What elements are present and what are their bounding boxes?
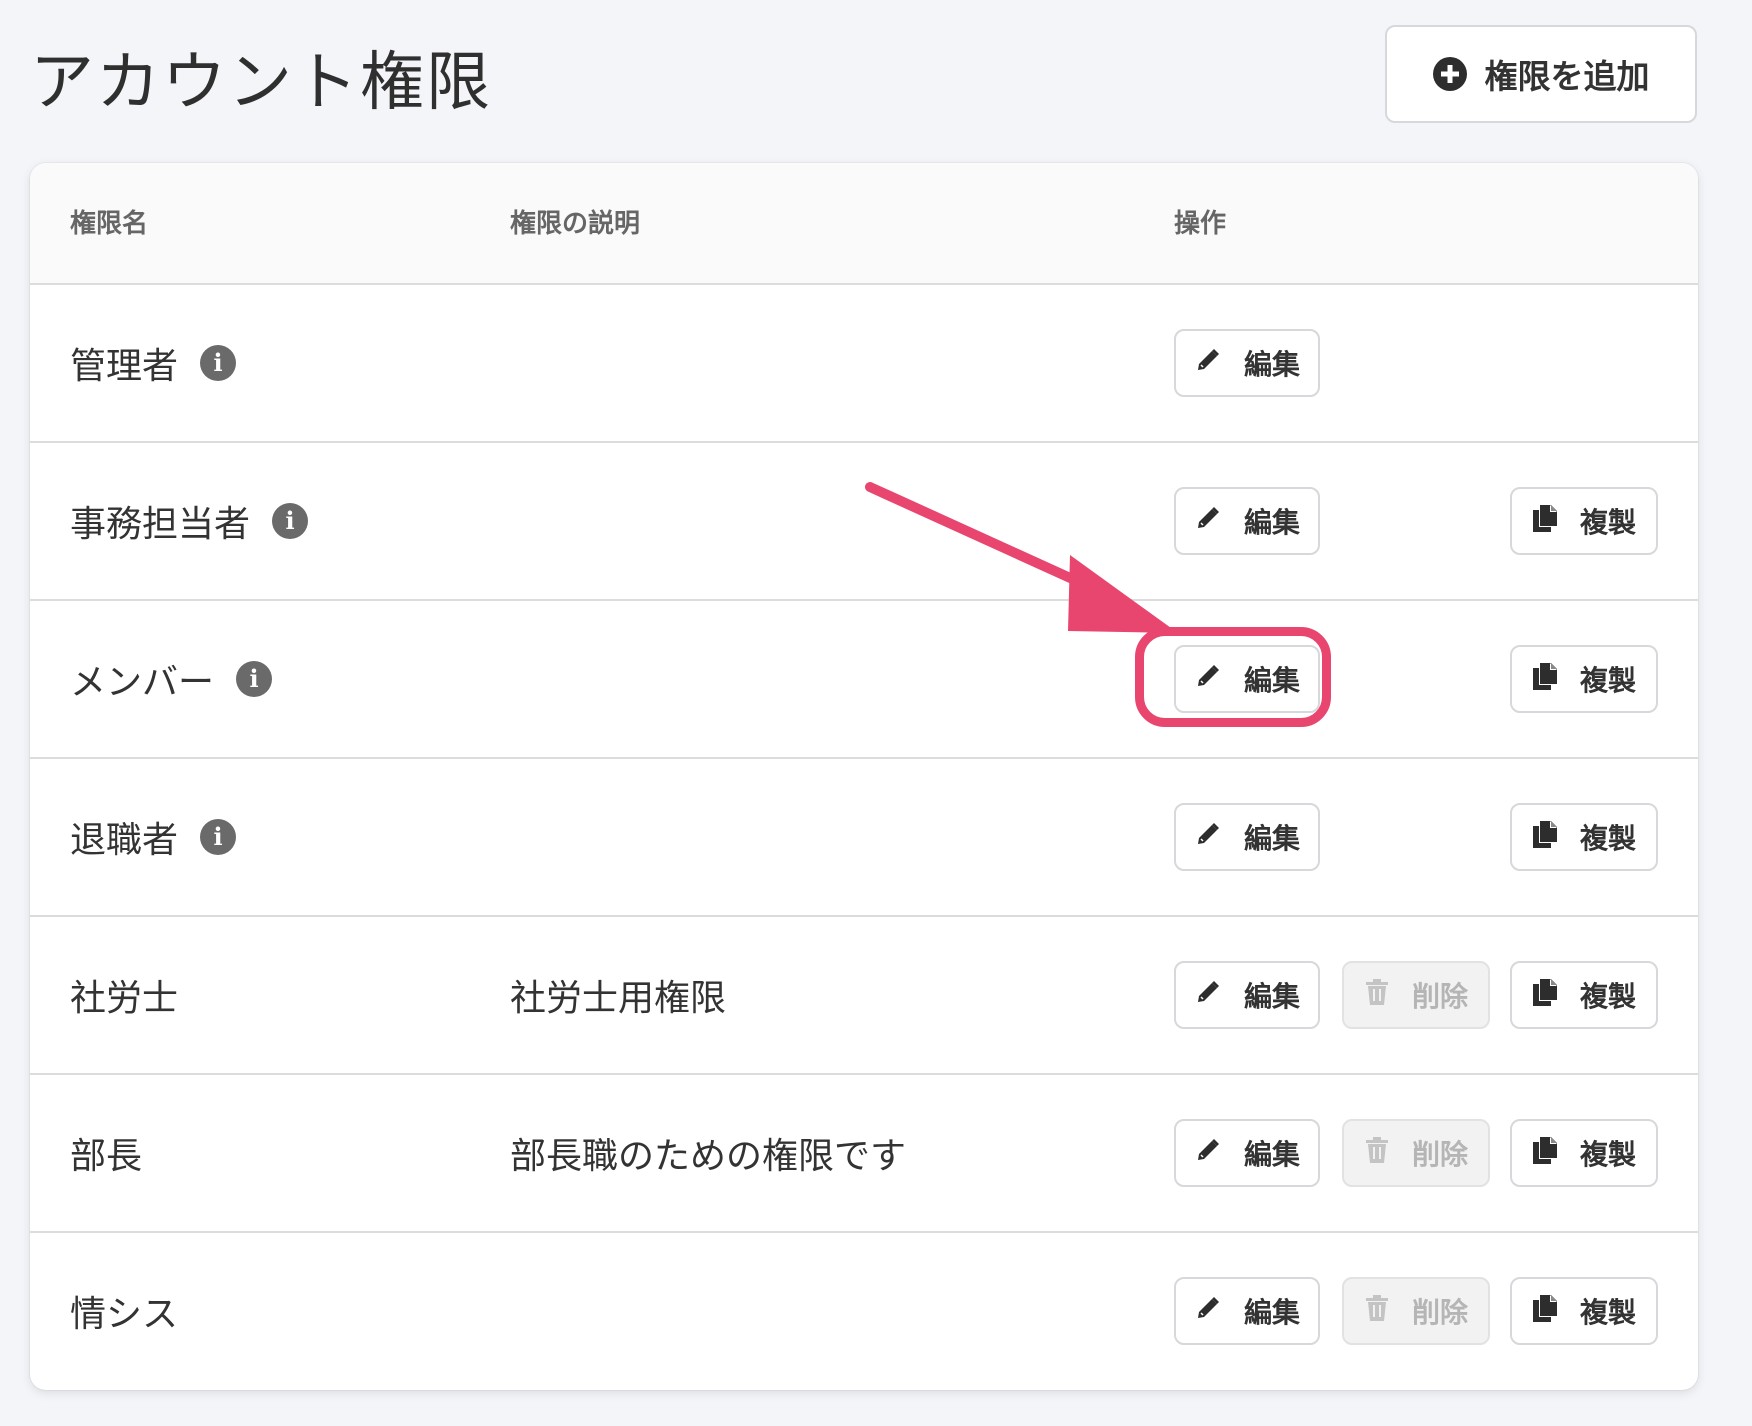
permission-name: 社労士 [70,978,179,1019]
edit-button[interactable]: 編集 [1174,1277,1320,1345]
permission-name-cell: 管理者 i [70,285,237,441]
edit-label: 編集 [1243,1296,1300,1329]
permission-name: 事務担当者 [70,504,251,545]
edit-button[interactable]: 編集 [1174,487,1320,555]
info-circle-icon[interactable]: i [236,661,273,697]
permission-name-cell: 事務担当者 i [70,443,309,599]
edit-label: 編集 [1243,506,1300,539]
edit-label: 編集 [1243,348,1300,381]
delete-label: 削除 [1411,1138,1468,1171]
header-actions: 操作 [1174,209,1227,239]
header-permission-description: 権限の説明 [510,209,641,239]
edit-label: 編集 [1243,980,1300,1013]
copy-button[interactable]: 複製 [1510,803,1658,871]
permission-name-cell: 部長 [70,1075,142,1231]
table-header: 権限名 権限の説明 操作 [30,163,1698,285]
copy-icon [1532,503,1558,540]
header-permission-name: 権限名 [70,209,149,239]
delete-button[interactable]: 削除 [1342,1119,1490,1187]
table-row: メンバー i 編集 複製 [30,601,1698,759]
permission-name: メンバー [70,662,215,703]
pencil-icon [1194,1294,1222,1329]
copy-button[interactable]: 複製 [1510,487,1658,555]
info-circle-icon[interactable]: i [272,503,309,539]
table-row: 退職者 i 編集 複製 [30,759,1698,917]
copy-label: 複製 [1579,1296,1636,1329]
copy-button[interactable]: 複製 [1510,961,1658,1029]
copy-button[interactable]: 複製 [1510,645,1658,713]
table-body: 管理者 i 編集 事務担当者 i 編集 複製 メンバー i 編集 複製 退職者 i 編集 複製 社労士 社労士用… [30,285,1698,1390]
delete-label: 削除 [1411,1296,1468,1329]
copy-icon [1532,1135,1558,1172]
permission-name-cell: 情シス [70,1233,178,1389]
trash-icon [1364,1294,1390,1329]
permission-description: 社労士用権限 [510,978,727,1019]
edit-button[interactable]: 編集 [1174,329,1320,397]
info-circle-icon[interactable]: i [200,819,237,855]
delete-button[interactable]: 削除 [1342,961,1490,1029]
permission-name-cell: メンバー i [70,601,273,757]
edit-button[interactable]: 編集 [1174,803,1320,871]
copy-label: 複製 [1579,822,1636,855]
plus-circle-icon [1432,57,1467,91]
copy-icon [1532,1293,1558,1330]
copy-label: 複製 [1579,980,1636,1013]
permission-description: 部長職のための権限です [510,1136,907,1177]
permission-name-cell: 社労士 [70,917,178,1073]
pencil-icon [1194,504,1222,539]
edit-label: 編集 [1243,822,1300,855]
permission-name: 退職者 [70,820,179,861]
pencil-icon [1194,662,1222,697]
copy-button[interactable]: 複製 [1510,1277,1658,1345]
edit-label: 編集 [1243,1138,1300,1171]
edit-button[interactable]: 編集 [1174,645,1320,713]
edit-button[interactable]: 編集 [1174,961,1320,1029]
copy-label: 複製 [1579,664,1636,697]
permission-name: 情シス [70,1294,179,1335]
permission-name: 管理者 [70,346,179,387]
trash-icon [1364,1136,1390,1171]
pencil-icon [1194,346,1222,381]
copy-icon [1532,661,1558,698]
trash-icon [1364,978,1390,1013]
copy-icon [1532,819,1558,856]
copy-label: 複製 [1579,1138,1636,1171]
edit-button[interactable]: 編集 [1174,1119,1320,1187]
table-row: 情シス 編集 削除 複製 [30,1233,1698,1390]
page-title: アカウント権限 [30,46,492,120]
delete-label: 削除 [1411,980,1468,1013]
delete-button[interactable]: 削除 [1342,1277,1490,1345]
table-row: 部長 部長職のための権限です 編集 削除 複製 [30,1075,1698,1233]
add-permission-button[interactable]: 権限を追加 [1385,25,1697,123]
permissions-table: 権限名 権限の説明 操作 管理者 i 編集 事務担当者 i 編集 複製 メンバー i 編集 複製 退職… [30,163,1698,1390]
pencil-icon [1194,820,1222,855]
table-row: 社労士 社労士用権限 編集 削除 複製 [30,917,1698,1075]
pencil-icon [1194,978,1222,1013]
copy-icon [1532,977,1558,1014]
table-row: 管理者 i 編集 [30,285,1698,443]
add-permission-label: 権限を追加 [1484,57,1650,96]
copy-label: 複製 [1579,506,1636,539]
edit-label: 編集 [1243,664,1300,697]
pencil-icon [1194,1136,1222,1171]
copy-button[interactable]: 複製 [1510,1119,1658,1187]
permission-name: 部長 [70,1136,143,1177]
table-row: 事務担当者 i 編集 複製 [30,443,1698,601]
info-circle-icon[interactable]: i [200,345,237,381]
permission-name-cell: 退職者 i [70,759,237,915]
